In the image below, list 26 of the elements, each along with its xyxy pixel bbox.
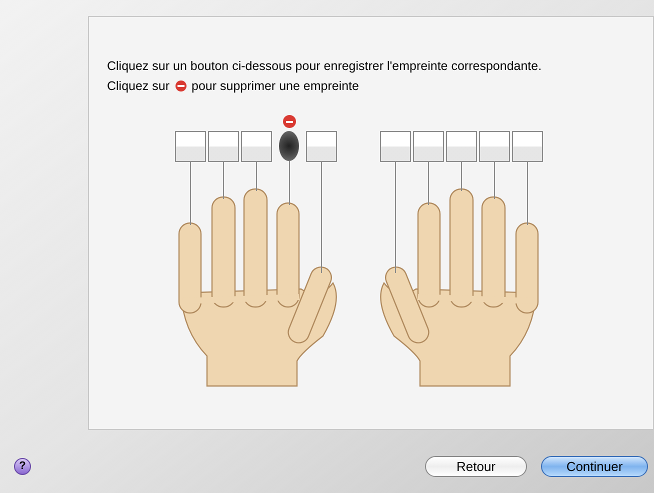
finger-slot[interactable]	[446, 131, 477, 162]
remove-icon	[174, 80, 187, 92]
instruction-text: Cliquez sur un bouton ci-dessous pour enregistrer l'empreinte correspondante.	[107, 58, 542, 75]
fingerprint-icon[interactable]	[279, 131, 299, 161]
connector-line	[289, 160, 290, 206]
finger-slot[interactable]	[175, 131, 206, 162]
help-button[interactable]: ?	[14, 458, 31, 475]
finger-slot[interactable]	[413, 131, 444, 162]
connector-line	[461, 160, 462, 192]
finger-slot[interactable]	[380, 131, 411, 162]
finger-slot[interactable]	[241, 131, 272, 162]
connector-line	[527, 160, 528, 226]
instruction-text: pour supprimer une empreinte	[192, 78, 359, 95]
connector-line	[223, 160, 224, 200]
connector-line	[428, 160, 429, 206]
finger-slot[interactable]	[208, 131, 239, 162]
remove-icon[interactable]	[283, 115, 296, 128]
finger-slot[interactable]	[306, 131, 337, 162]
instruction-text: Cliquez sur	[107, 78, 170, 95]
back-button[interactable]: Retour	[425, 456, 527, 477]
connector-line	[494, 160, 495, 200]
connector-line	[190, 160, 191, 226]
finger-slot[interactable]	[479, 131, 510, 162]
connector-line	[256, 160, 257, 192]
continue-button[interactable]: Continuer	[541, 456, 648, 477]
finger-slot[interactable]	[512, 131, 543, 162]
